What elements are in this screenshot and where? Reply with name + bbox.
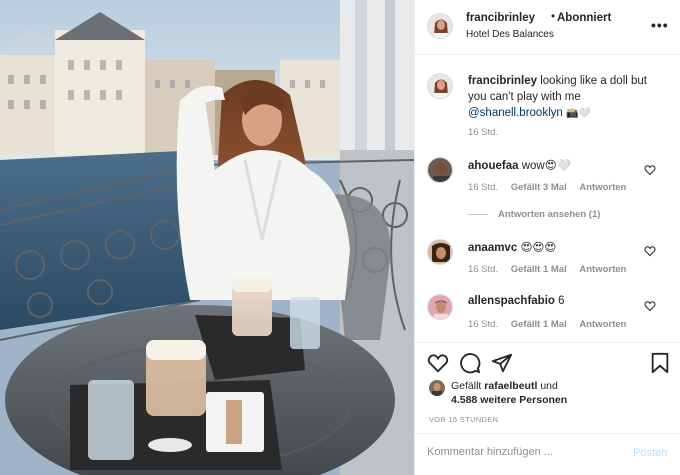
replies-line bbox=[468, 213, 488, 215]
comment-likes[interactable]: Gefällt 1 Mal bbox=[511, 319, 567, 330]
caption-username[interactable]: francibrinley bbox=[468, 75, 537, 87]
comment-likes[interactable]: Gefällt 1 Mal bbox=[511, 264, 567, 275]
more-options-icon[interactable]: ••• bbox=[651, 17, 669, 33]
comment-avatar[interactable] bbox=[427, 157, 453, 183]
comment-bubble-icon[interactable] bbox=[459, 352, 481, 374]
comment-username[interactable]: anaamvc bbox=[468, 242, 517, 254]
comment-time[interactable]: 16 Std. bbox=[468, 319, 498, 330]
comment-time[interactable]: 16 Std. bbox=[468, 264, 498, 275]
photo-image bbox=[0, 0, 414, 475]
comment-likes[interactable]: Gefällt 3 Mal bbox=[511, 182, 567, 193]
share-paper-plane-icon[interactable] bbox=[491, 352, 513, 374]
comment-time[interactable]: 16 Std. bbox=[468, 182, 498, 193]
save-bookmark-icon[interactable] bbox=[649, 352, 671, 374]
comment-reply-button[interactable]: Antworten bbox=[579, 182, 626, 193]
author-avatar[interactable] bbox=[427, 13, 453, 39]
caption-avatar[interactable] bbox=[427, 73, 453, 99]
view-replies-button[interactable]: Antworten ansehen (1) bbox=[468, 209, 600, 220]
action-divider bbox=[415, 342, 680, 343]
comment-text: anaamvc 😍😍😍 bbox=[468, 240, 556, 254]
comment-body: 6 bbox=[558, 295, 565, 307]
post-timestamp[interactable]: VOR 16 STUNDEN bbox=[429, 415, 498, 424]
caption-emoji: 📸🤍 bbox=[565, 108, 591, 119]
likes-others-link[interactable]: 4.588 weitere Personen bbox=[451, 394, 567, 406]
comment-meta: 16 Std. Gefällt 1 Mal Antworten bbox=[468, 264, 636, 275]
follow-status[interactable]: Abonniert bbox=[557, 12, 611, 24]
comment-username[interactable]: allenspachfabio bbox=[468, 295, 555, 307]
comment-body: wow😍🤍 bbox=[521, 160, 572, 172]
liker-username[interactable]: rafaelbeutl bbox=[484, 380, 537, 392]
separator-dot: • bbox=[551, 11, 556, 23]
comment-text: allenspachfabio 6 bbox=[468, 295, 565, 307]
comment-body: 😍😍😍 bbox=[520, 242, 557, 254]
like-heart-icon[interactable] bbox=[427, 352, 449, 374]
liker-avatar[interactable] bbox=[429, 380, 445, 396]
likes-and: und bbox=[540, 380, 558, 392]
comment-like-heart-icon[interactable] bbox=[644, 164, 656, 176]
view-replies-label: Antworten ansehen (1) bbox=[498, 209, 601, 220]
comment-avatar[interactable] bbox=[427, 239, 453, 265]
comment-like-heart-icon[interactable] bbox=[644, 245, 656, 257]
comment-meta: 16 Std. Gefällt 1 Mal Antworten bbox=[468, 319, 636, 330]
post-caption: francibrinley looking like a doll but yo… bbox=[468, 73, 668, 122]
comment-like-heart-icon[interactable] bbox=[644, 300, 656, 312]
post-comment-button[interactable]: Posten bbox=[633, 447, 667, 459]
post-side-panel: francibrinley • Abonniert Hotel Des Bala… bbox=[414, 0, 680, 475]
caption-time[interactable]: 16 Std. bbox=[468, 127, 498, 138]
comment-input[interactable] bbox=[427, 446, 617, 458]
comment-reply-button[interactable]: Antworten bbox=[579, 319, 626, 330]
post-photo[interactable] bbox=[0, 0, 414, 475]
comment-reply-button[interactable]: Antworten bbox=[579, 264, 626, 275]
author-username[interactable]: francibrinley bbox=[466, 12, 535, 24]
comment-box: Posten bbox=[415, 433, 680, 475]
comment-username[interactable]: ahouefaa bbox=[468, 160, 519, 172]
comment-avatar[interactable] bbox=[427, 294, 453, 320]
likes-text: Gefällt rafaelbeutl und 4.588 weitere Pe… bbox=[451, 379, 680, 407]
comment-meta: 16 Std. Gefällt 3 Mal Antworten bbox=[468, 182, 636, 193]
comment-text: ahouefaa wow😍🤍 bbox=[468, 158, 571, 172]
caption-mention[interactable]: @shanell.brooklyn bbox=[468, 107, 563, 119]
likes-prefix: Gefällt bbox=[451, 380, 482, 392]
post-header: francibrinley • Abonniert Hotel Des Bala… bbox=[415, 0, 680, 55]
post-location[interactable]: Hotel Des Balances bbox=[466, 29, 554, 40]
